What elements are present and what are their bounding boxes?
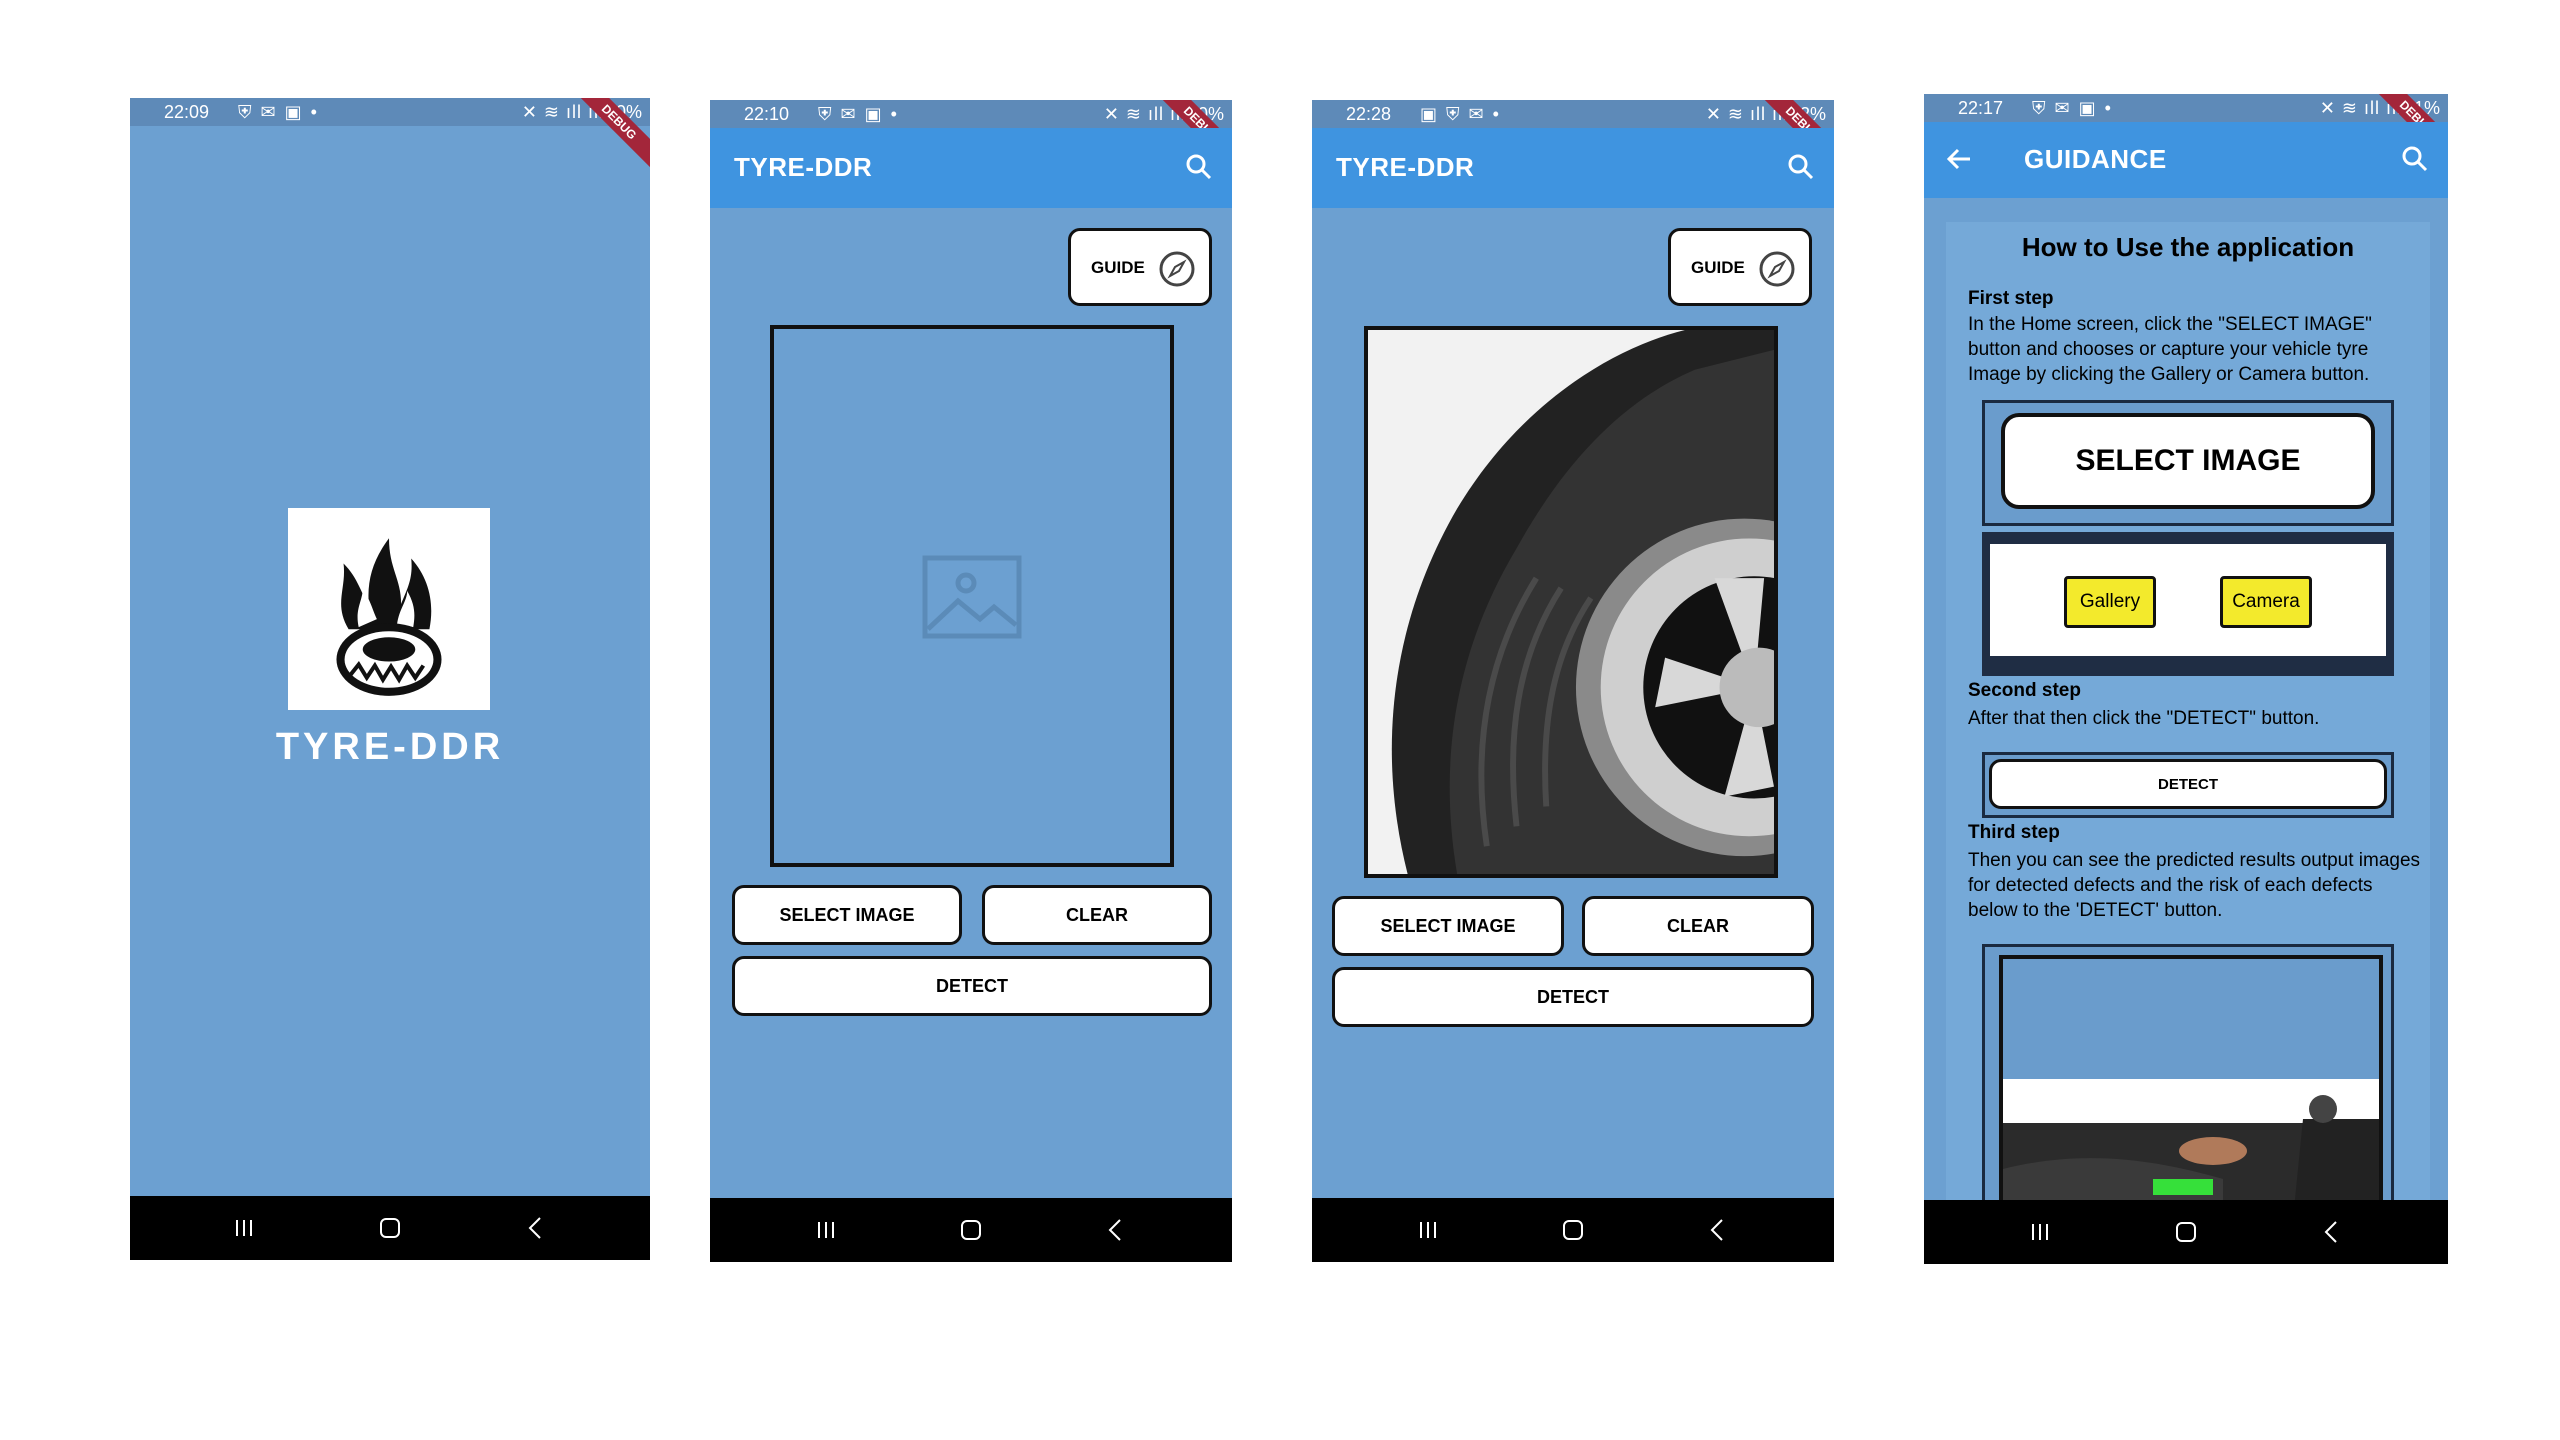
app-logo bbox=[288, 508, 490, 710]
result-example bbox=[1982, 944, 2394, 1202]
notification-icons: ⛨ ✉ ▣ • bbox=[2032, 98, 2113, 118]
select-image-button[interactable]: SELECT IMAGE bbox=[1332, 896, 1564, 956]
home-screen-empty: 22:10 ⛨ ✉ ▣ • ✕ ≋ ıll ıll 50% DEBUG TYRE… bbox=[710, 100, 1232, 1262]
status-bar: 22:28 ▣ ⛨ ✉ • ✕ ≋ ıll ıll 52% bbox=[1312, 100, 1834, 128]
back-icon[interactable] bbox=[1100, 1214, 1132, 1246]
compass-icon bbox=[1159, 251, 1195, 287]
notification-icons: ⛨ ✉ ▣ • bbox=[238, 102, 319, 122]
notification-icons: ⛨ ✉ ▣ • bbox=[818, 104, 899, 124]
status-time: 22:09 bbox=[164, 102, 210, 122]
mechanic-photo bbox=[2003, 1095, 2379, 1202]
guide-button[interactable]: GUIDE bbox=[1068, 228, 1212, 306]
select-image-example: SELECT IMAGE bbox=[1982, 400, 2394, 526]
recent-apps-icon[interactable] bbox=[810, 1214, 842, 1246]
system-nav-bar bbox=[710, 1198, 1232, 1262]
example-select-image-button: SELECT IMAGE bbox=[2001, 413, 2375, 509]
guidance-card: How to Use the application First step In… bbox=[1946, 222, 2430, 1202]
clear-button[interactable]: CLEAR bbox=[982, 885, 1212, 945]
select-image-button[interactable]: SELECT IMAGE bbox=[732, 885, 962, 945]
home-screen-with-image: 22:28 ▣ ⛨ ✉ • ✕ ≋ ıll ıll 52% DEBUG TYRE… bbox=[1312, 100, 1834, 1262]
step1-title: First step bbox=[1968, 288, 2054, 309]
gallery-camera-example: Gallery Camera bbox=[1982, 532, 2394, 676]
example-dialog: Gallery Camera bbox=[1990, 544, 2386, 656]
splash-screen: 22:09 ⛨ ✉ ▣ • ✕ ≋ ıll ıll 50% DEBUG TYRE… bbox=[130, 98, 650, 1260]
recent-apps-icon[interactable] bbox=[1412, 1214, 1444, 1246]
system-nav-bar bbox=[1924, 1200, 2448, 1264]
home-icon[interactable] bbox=[955, 1214, 987, 1246]
example-detect-button: DETECT bbox=[1989, 759, 2387, 809]
selected-tyre-image bbox=[1364, 326, 1778, 878]
guide-label: GUIDE bbox=[1691, 258, 1745, 277]
guide-label: GUIDE bbox=[1091, 258, 1145, 277]
guide-button[interactable]: GUIDE bbox=[1668, 228, 1812, 306]
step2-title: Second step bbox=[1968, 680, 2081, 701]
app-bar: GUIDANCE bbox=[1924, 122, 2448, 198]
status-bar: 22:09 ⛨ ✉ ▣ • ✕ ≋ ıll ıll 50% bbox=[130, 98, 650, 126]
search-icon[interactable] bbox=[2398, 142, 2432, 176]
home-icon[interactable] bbox=[374, 1212, 406, 1244]
recent-apps-icon[interactable] bbox=[2024, 1216, 2056, 1248]
image-placeholder-icon bbox=[922, 555, 1022, 639]
tyre-photo bbox=[1368, 330, 1774, 874]
guidance-heading: How to Use the application bbox=[2021, 232, 2355, 262]
system-nav-bar bbox=[130, 1196, 650, 1260]
app-bar: TYRE-DDR bbox=[710, 128, 1232, 208]
detect-button[interactable]: DETECT bbox=[732, 956, 1212, 1016]
search-icon[interactable] bbox=[1784, 150, 1818, 184]
status-time: 22:28 bbox=[1346, 104, 1392, 124]
status-bar: 22:10 ⛨ ✉ ▣ • ✕ ≋ ıll ıll 50% bbox=[710, 100, 1232, 128]
home-icon[interactable] bbox=[2170, 1216, 2202, 1248]
step2-text: After that then click the "DETECT" butto… bbox=[1968, 708, 2320, 729]
step3-title: Third step bbox=[1968, 822, 2060, 843]
burning-tyre-icon bbox=[336, 538, 442, 696]
status-bar: 22:17 ⛨ ✉ ▣ • ✕ ≋ ıll ıll 51% bbox=[1924, 94, 2448, 122]
example-result-frame bbox=[1999, 955, 2383, 1202]
example-gallery-button: Gallery bbox=[2064, 576, 2156, 628]
step3-text: Then you can see the predicted results o… bbox=[1968, 850, 2421, 921]
back-icon[interactable] bbox=[520, 1212, 552, 1244]
app-title: TYRE-DDR bbox=[1336, 152, 1475, 182]
example-result-image bbox=[2003, 1079, 2379, 1202]
back-icon[interactable] bbox=[2316, 1216, 2348, 1248]
back-arrow-icon[interactable] bbox=[1942, 142, 1976, 176]
search-icon[interactable] bbox=[1182, 150, 1216, 184]
example-camera-button: Camera bbox=[2220, 576, 2312, 628]
system-nav-bar bbox=[1312, 1198, 1834, 1262]
brand-name: TYRE-DDR bbox=[275, 726, 505, 768]
notification-icons: ▣ ⛨ ✉ • bbox=[1420, 104, 1501, 124]
detect-example: DETECT bbox=[1982, 752, 2394, 818]
home-icon[interactable] bbox=[1557, 1214, 1589, 1246]
app-title: TYRE-DDR bbox=[734, 152, 873, 182]
recent-apps-icon[interactable] bbox=[228, 1212, 260, 1244]
clear-button[interactable]: CLEAR bbox=[1582, 896, 1814, 956]
image-preview-placeholder bbox=[770, 325, 1174, 867]
status-time: 22:17 bbox=[1958, 98, 2004, 118]
detect-button[interactable]: DETECT bbox=[1332, 967, 1814, 1027]
back-icon[interactable] bbox=[1702, 1214, 1734, 1246]
status-time: 22:10 bbox=[744, 104, 790, 124]
guidance-screen: 22:17 ⛨ ✉ ▣ • ✕ ≋ ıll ıll 51% DEBUG GUID… bbox=[1924, 94, 2448, 1264]
app-title: GUIDANCE bbox=[2024, 144, 2167, 174]
step1-text: In the Home screen, click the "SELECT IM… bbox=[1968, 314, 2372, 385]
compass-icon bbox=[1759, 251, 1795, 287]
app-bar: TYRE-DDR bbox=[1312, 128, 1834, 208]
